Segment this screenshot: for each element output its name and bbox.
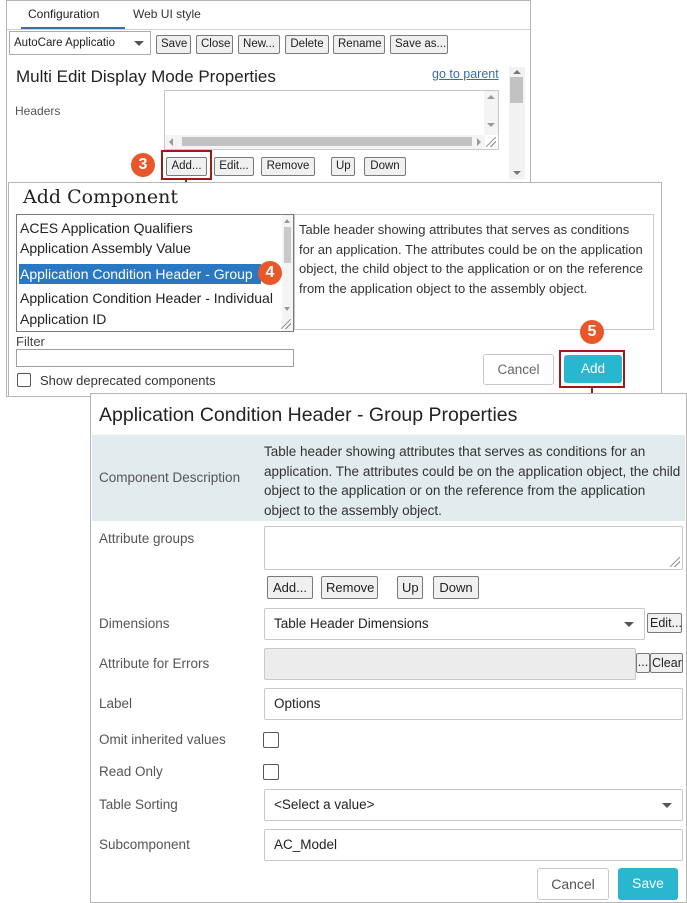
show-deprecated-label: Show deprecated components [40, 373, 216, 388]
headers-list-vscrollbar[interactable] [484, 91, 498, 135]
save-button[interactable]: Save [618, 868, 678, 900]
attribute-groups-down-button[interactable]: Down [433, 576, 479, 599]
list-item-selected[interactable]: Application Condition Header - Group [19, 264, 261, 284]
scroll-right-icon[interactable] [477, 138, 481, 146]
dialog-title: Add Component [23, 186, 179, 208]
subcomponent-label: Subcomponent [99, 837, 190, 852]
page-vscrollbar[interactable] [509, 67, 525, 179]
resize-grip-icon[interactable] [486, 137, 496, 147]
save-as-button[interactable]: Save as... [390, 35, 448, 54]
attribute-groups-list[interactable] [264, 526, 683, 570]
chevron-down-icon [624, 622, 634, 627]
configuration-select-value: AutoCare Applicatio [14, 37, 116, 49]
dimensions-select[interactable]: Table Header Dimensions [264, 608, 645, 640]
label-input[interactable]: Options [264, 688, 683, 720]
show-deprecated-checkbox[interactable] [17, 373, 31, 387]
page-scroll-thumb[interactable] [510, 77, 523, 103]
headers-list[interactable] [164, 90, 499, 150]
list-item[interactable]: Application ID [20, 309, 106, 329]
label-label: Label [99, 696, 133, 711]
component-description: Table header showing attributes that ser… [294, 214, 654, 330]
attribute-groups-up-button[interactable]: Up [397, 576, 423, 599]
scroll-down-icon[interactable] [513, 171, 521, 175]
table-sorting-select[interactable]: <Select a value> [264, 789, 683, 821]
delete-button[interactable]: Delete [285, 35, 329, 54]
new-button[interactable]: New... [238, 35, 280, 54]
component-description-label: Component Description [99, 470, 241, 485]
step-5-marker: 5 [580, 320, 604, 344]
table-sorting-select-value: <Select a value> [274, 797, 375, 812]
attribute-groups-label: Attribute groups [99, 531, 195, 546]
list-item[interactable]: Application Condition Header - Individua… [20, 288, 273, 308]
tabs-divider [7, 29, 530, 30]
resize-grip-icon[interactable] [670, 557, 680, 567]
scroll-left-icon[interactable] [169, 138, 173, 146]
hscroll-thumb[interactable] [182, 137, 472, 146]
scroll-down-icon[interactable] [487, 123, 495, 127]
tab-configuration[interactable]: Configuration [28, 7, 99, 21]
filter-input[interactable] [16, 349, 294, 367]
rename-button[interactable]: Rename [333, 35, 385, 54]
header-edit-button[interactable]: Edit... [214, 157, 254, 176]
highlight-frame-add [161, 150, 212, 180]
cancel-button[interactable]: Cancel [483, 354, 554, 385]
configuration-select[interactable]: AutoCare Applicatio [9, 31, 151, 55]
scroll-up-icon[interactable] [487, 95, 495, 99]
header-up-button[interactable]: Up [331, 157, 355, 176]
header-down-button[interactable]: Down [364, 157, 406, 176]
tab-web-ui-style[interactable]: Web UI style [133, 7, 201, 21]
attribute-groups-add-button[interactable]: Add... [267, 576, 313, 599]
list-item[interactable]: ACES Application Qualifiers [20, 218, 193, 238]
attribute-for-errors-clear-button[interactable]: Clear [650, 653, 683, 673]
scroll-up-icon[interactable] [513, 70, 521, 74]
properties-title: Application Condition Header - Group Pro… [99, 404, 518, 426]
header-remove-button[interactable]: Remove [261, 157, 315, 176]
dimensions-edit-button[interactable]: Edit... [647, 613, 682, 633]
omit-inherited-checkbox[interactable] [263, 732, 279, 748]
go-to-parent-link[interactable]: go to parent [432, 67, 499, 81]
filter-label: Filter [16, 334, 45, 349]
read-only-checkbox[interactable] [263, 764, 279, 780]
attribute-for-errors-field [264, 648, 636, 680]
chevron-down-icon [662, 803, 672, 808]
component-list[interactable]: ACES Application Qualifiers Application … [16, 214, 294, 332]
resize-grip-icon[interactable] [281, 319, 291, 329]
page-title: Multi Edit Display Mode Properties [16, 67, 276, 86]
step-4-marker: 4 [258, 261, 282, 285]
headers-list-hscrollbar[interactable] [165, 135, 485, 149]
step-3-marker: 3 [131, 153, 155, 177]
dimensions-select-value: Table Header Dimensions [274, 616, 429, 631]
headers-label: Headers [15, 104, 61, 118]
highlight-frame-add-component [559, 350, 625, 388]
close-button[interactable]: Close [196, 35, 233, 54]
attribute-groups-remove-button[interactable]: Remove [321, 576, 378, 599]
scroll-up-icon[interactable] [284, 219, 290, 223]
read-only-label: Read Only [99, 764, 163, 779]
component-list-scrollbar[interactable] [282, 215, 293, 331]
attribute-for-errors-browse-button[interactable]: ... [636, 653, 650, 673]
save-button[interactable]: Save [156, 35, 191, 54]
omit-inherited-label: Omit inherited values [99, 732, 226, 747]
subcomponent-input[interactable]: AC_Model [264, 829, 683, 861]
scroll-down-icon[interactable] [284, 307, 290, 311]
chevron-down-icon [134, 41, 144, 46]
cancel-button[interactable]: Cancel [537, 868, 609, 900]
dimensions-label: Dimensions [99, 616, 170, 631]
component-description-row: Component Description Table header showi… [92, 435, 685, 521]
list-scroll-thumb[interactable] [284, 227, 291, 263]
properties-dialog: Application Condition Header - Group Pro… [90, 393, 687, 903]
list-item[interactable]: Application Assembly Value [20, 238, 191, 258]
attribute-for-errors-label: Attribute for Errors [99, 656, 210, 671]
component-description-text: Table header showing attributes that ser… [264, 444, 681, 518]
table-sorting-label: Table Sorting [99, 797, 178, 812]
